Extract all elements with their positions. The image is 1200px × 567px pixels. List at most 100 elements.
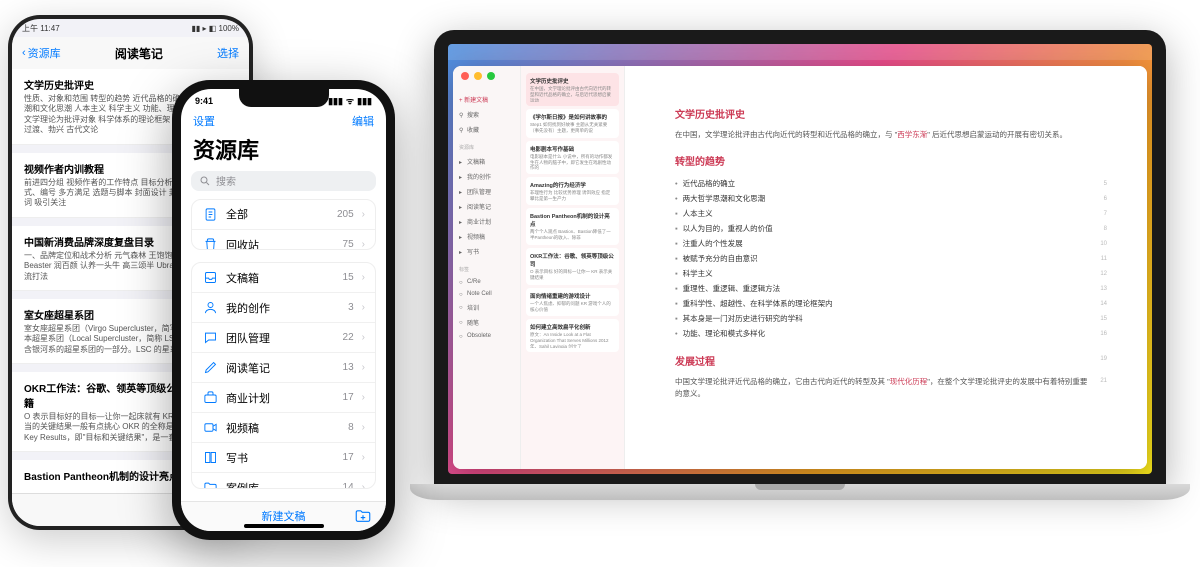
card-desc: 原文：An Inside Look at a Flat Organization… [530, 332, 615, 348]
new-doc-button[interactable]: 新建文稿 [262, 508, 306, 524]
row-label: 案例库 [226, 480, 335, 489]
doc-icon [202, 206, 218, 222]
folder-row[interactable]: 全部 205 › [192, 200, 375, 230]
chevron-right-icon: › [362, 332, 365, 343]
new-folder-button[interactable] [354, 507, 372, 525]
home-indicator[interactable] [244, 524, 324, 528]
outline-text: 重理性、重逻辑、重逻辑方法 [683, 283, 1101, 294]
folders-group: 文稿箱 15 › 我的创作 3 › 团队管理 22 › 阅读笔记 13 › 商业… [191, 262, 376, 488]
sidebar-item[interactable]: ⚲搜索 [453, 107, 520, 122]
outline-item[interactable]: ▪ 以人为目的，重视人的价值8 [675, 221, 1107, 236]
note-card[interactable]: Amazing的行为经济学非理性行为 比较优势原理 诱饵效应 指定 攀比是第一生… [526, 177, 619, 206]
outline-item[interactable]: •近代品格的确立5 [675, 176, 1107, 191]
line-number: 13 [1100, 286, 1107, 292]
folder-row[interactable]: 文稿箱 15 › [192, 263, 375, 293]
video-icon [202, 420, 218, 436]
sidebar-item[interactable]: ▸商业计划 [453, 214, 520, 229]
outline-item[interactable]: ▪人本主义7 [675, 206, 1107, 221]
status-icons: ▮▮▮ᯤ▮▮▮ [325, 94, 372, 107]
chevron-right-icon: › [362, 452, 365, 463]
line-number: 19 [1100, 356, 1107, 362]
outline-item[interactable]: ▪其本身是一门对历史进行研究的学科15 [675, 311, 1107, 326]
sidebar-item[interactable]: ○培训 [453, 300, 520, 315]
body-paragraph: 中国文学理论批评近代品格的确立，它由古代向近代的转型及其 "现代化历程"，在整个… [675, 376, 1094, 400]
line-number: 7 [1104, 211, 1107, 217]
sidebar-item[interactable]: ▸视频稿 [453, 229, 520, 244]
folder-row[interactable]: 我的创作 3 › [192, 293, 375, 323]
close-button[interactable] [461, 72, 469, 80]
folder-row[interactable]: 视频稿 8 › [192, 413, 375, 443]
card-title: 《学尔斯日报》是如何讲故事的 [530, 113, 615, 121]
card-title: OKR工作法：谷歌、领英等顶级公司 [530, 252, 615, 268]
sidebar-item[interactable]: ▸写书 [453, 244, 520, 259]
card-desc: 非理性行为 比较优势原理 诱饵效应 指定 攀比是第一生产力 [530, 190, 615, 202]
settings-button[interactable]: 设置 [193, 113, 215, 129]
folder-row[interactable]: 阅读笔记 13 › [192, 353, 375, 383]
card-desc: 在中国，文学理论批评由古代向近代的转型和近代品格的确立，与后近代思想启蒙运动 [530, 86, 615, 102]
mac-menubar[interactable] [448, 44, 1152, 60]
note-card[interactable]: 电影剧本写作基础电影剧本是什么 小说中，所有的动作都发生在人物的脑子中，即它发生… [526, 141, 619, 174]
folder-row[interactable]: 写书 17 › [192, 443, 375, 473]
line-number: 8 [1104, 226, 1107, 232]
iphone-screen: 9:41 ▮▮▮ᯤ▮▮▮ 设置 编辑 资源库 搜索 全部 205 › 回收站 7… [181, 89, 386, 531]
note-card[interactable]: 面向情绪重建的游戏设计一个人焦虑、抑郁的问题 KR 游戏个人的核心价值 [526, 288, 619, 317]
line-number: 16 [1100, 331, 1107, 337]
nav-title: 阅读笔记 [115, 45, 163, 62]
sidebar-item[interactable]: ○Obsolete [453, 330, 520, 342]
new-doc-button[interactable]: + 新建文稿 [453, 92, 520, 107]
outline-item[interactable]: ▪科学主义12 [675, 266, 1107, 281]
mac-editor[interactable]: 文学历史批评史 在中国，文学理论批评由古代向近代的转型和近代品格的确立，与 "西… [625, 66, 1147, 469]
folder-row[interactable]: 团队管理 22 › [192, 323, 375, 353]
intro-paragraph: 在中国，文学理论批评由古代向近代的转型和近代品格的确立，与 "西学东渐" 后近代… [675, 129, 1107, 141]
book-icon [202, 450, 218, 466]
traffic-lights [461, 72, 495, 80]
mac-sidebar: + 新建文稿⚲搜索⚲收藏资源库▸文稿箱▸我的创作▸团队管理▸阅读笔记▸商业计划▸… [453, 66, 521, 469]
chevron-right-icon: › [362, 239, 365, 250]
top-group: 全部 205 › 回收站 75 › [191, 199, 376, 251]
outline-item[interactable]: ▪重科学性、超越性、在科学体系的理论框架内14 [675, 296, 1107, 311]
note-card[interactable]: Bastion Pantheon机制的设计亮点两个个人观点 Bastion、Ba… [526, 208, 619, 245]
folder-row[interactable]: 回收站 75 › [192, 230, 375, 251]
highlight-term: 现代化历程 [890, 377, 928, 386]
outline-text: 以人为目的，重视人的价值 [683, 223, 1104, 234]
outline-item[interactable]: •功能、理论和模式多样化16 [675, 326, 1107, 341]
sidebar-item[interactable]: ▸团队管理 [453, 184, 520, 199]
sidebar-item[interactable]: ▸我的创作 [453, 169, 520, 184]
outline-text: 两大哲学思潮和文化思潮 [683, 193, 1104, 204]
row-label: 团队管理 [226, 330, 335, 346]
outline-item[interactable]: ▪重理性、重逻辑、重逻辑方法13 [675, 281, 1107, 296]
sidebar-item[interactable]: ⚲收藏 [453, 122, 520, 137]
outline-item[interactable]: •两大哲学思潮和文化思潮6 [675, 191, 1107, 206]
select-button[interactable]: 选择 [217, 45, 239, 61]
note-card[interactable]: 如何建立高效扁平化创新原文：An Inside Look at a Flat O… [526, 319, 619, 352]
fullscreen-button[interactable] [487, 72, 495, 80]
mac-notes-list[interactable]: 文学历史批评史在中国，文学理论批评由古代向近代的转型和近代品格的确立，与后近代思… [521, 66, 625, 469]
android-nav-bar: ‹ 资源库 阅读笔记 选择 [12, 37, 249, 69]
edit-button[interactable]: 编辑 [352, 113, 374, 129]
iphone-nav-bar: 设置 编辑 [181, 112, 386, 130]
row-count: 15 [343, 272, 354, 283]
note-card[interactable]: 文学历史批评史在中国，文学理论批评由古代向近代的转型和近代品格的确立，与后近代思… [526, 73, 619, 106]
note-card[interactable]: OKR工作法：谷歌、领英等顶级公司O 表示目标 好的目标一让你一 KR 表示关键… [526, 248, 619, 285]
outline-item[interactable]: ▪注重人的个性发展10 [675, 236, 1107, 251]
row-count: 13 [343, 362, 354, 373]
outline-item[interactable]: ▪被赋予充分的自由意识11 [675, 251, 1107, 266]
note-card[interactable]: 《学尔斯日报》是如何讲故事的Step1 如何找到好故事 主题从无关紧要（事先没有… [526, 109, 619, 138]
card-desc: Step1 如何找到好故事 主题从无关紧要（事先没有）主题，更简单的说 [530, 122, 615, 134]
outline-text: 人本主义 [683, 208, 1104, 219]
folder-plus-icon [354, 507, 372, 525]
back-button[interactable]: ‹ 资源库 [22, 45, 61, 61]
bullet-icon: ▪ [675, 224, 678, 233]
sidebar-item[interactable]: ○随笔 [453, 315, 520, 330]
sidebar-item[interactable]: ○Note Cell [453, 288, 520, 300]
search-input[interactable]: 搜索 [191, 171, 376, 191]
folder-row[interactable]: 商业计划 17 › [192, 383, 375, 413]
bubble-icon [202, 330, 218, 346]
sidebar-item[interactable]: ▸阅读笔记 [453, 199, 520, 214]
folder-row[interactable]: 案例库 14 › [192, 473, 375, 488]
wifi-icon: ᯤ [346, 96, 354, 106]
sidebar-item[interactable]: ▸文稿箱 [453, 154, 520, 169]
sidebar-item[interactable]: ○C/Re [453, 276, 520, 288]
minimize-button[interactable] [474, 72, 482, 80]
back-label: 资源库 [28, 45, 61, 61]
